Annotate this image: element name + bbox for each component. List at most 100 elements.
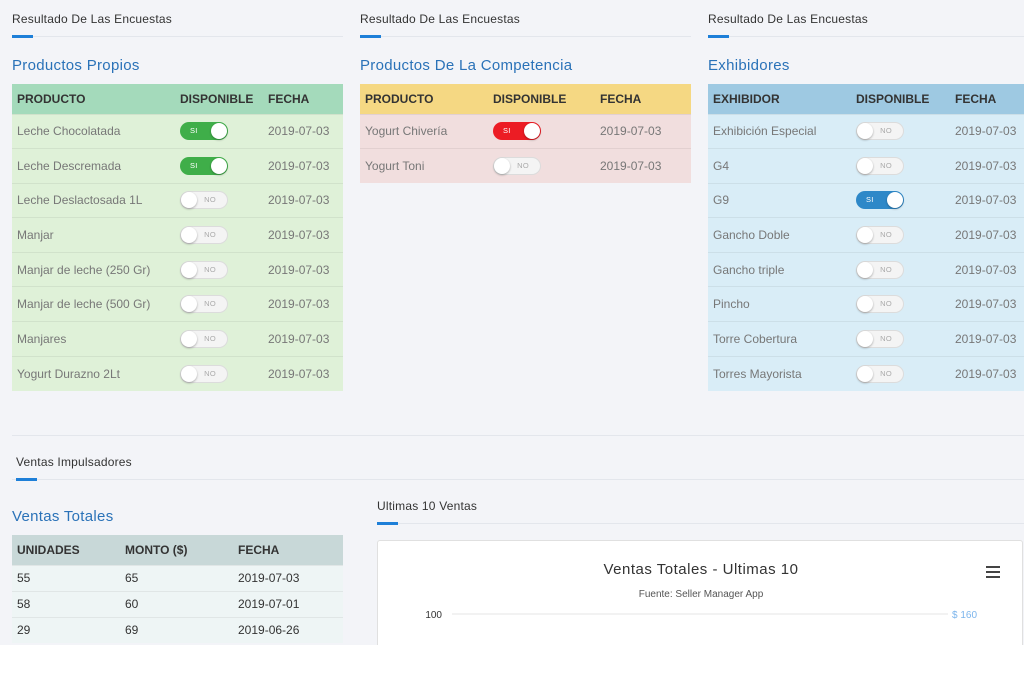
availability-cell: NO	[175, 182, 263, 218]
toggle-label: NO	[880, 160, 892, 170]
item-name: G9	[708, 182, 851, 218]
availability-toggle[interactable]: NO	[180, 191, 228, 210]
item-name: Manjar de leche (500 Gr)	[12, 286, 175, 322]
availability-cell: NO	[851, 217, 950, 253]
table-row: Manjares NO 2019-07-03	[12, 321, 343, 357]
item-date: 2019-07-03	[950, 182, 1024, 218]
availability-toggle[interactable]: NO	[180, 364, 228, 383]
item-name: Gancho triple	[708, 251, 851, 287]
item-date: 2019-07-03	[263, 113, 343, 149]
toggle-label: NO	[880, 299, 892, 309]
availability-toggle[interactable]: NO	[493, 157, 541, 176]
toggle-label: NO	[204, 299, 216, 309]
toggle-knob	[524, 123, 540, 140]
item-date: 2019-07-03	[950, 251, 1024, 287]
availability-toggle[interactable]: NO	[180, 329, 228, 348]
section-underline	[12, 35, 33, 38]
item-date: 2019-07-03	[950, 148, 1024, 184]
table-row: G9 SI 2019-07-03	[708, 182, 1024, 218]
item-name: Manjares	[12, 321, 175, 357]
availability-toggle[interactable]: SI	[856, 191, 904, 210]
col-header-date: FECHA	[263, 84, 343, 114]
availability-toggle[interactable]: SI	[180, 122, 228, 141]
section-header: Resultado De Las Encuestas	[708, 0, 1024, 38]
table-row: Yogurt Durazno 2Lt NO 2019-07-03	[12, 355, 343, 391]
table-row: Manjar NO 2019-07-03	[12, 217, 343, 253]
units-cell: 55	[12, 564, 120, 591]
availability-toggle[interactable]: NO	[180, 260, 228, 279]
section-underline	[360, 35, 381, 38]
dashboard-page: Resultado De Las Encuestas Productos Pro…	[0, 0, 1024, 645]
table-row: Manjar de leche (250 Gr) NO 2019-07-03	[12, 251, 343, 287]
item-date: 2019-07-03	[595, 148, 691, 184]
panel-title: Productos De La Competencia	[360, 57, 573, 74]
availability-cell: NO	[851, 251, 950, 287]
availability-cell: NO	[851, 286, 950, 322]
item-name: Leche Descremada	[12, 148, 175, 184]
table-row: 55 65 2019-07-03	[12, 564, 343, 591]
availability-toggle[interactable]: NO	[856, 122, 904, 141]
availability-toggle[interactable]: NO	[856, 329, 904, 348]
availability-cell: NO	[851, 113, 950, 149]
item-date: 2019-07-03	[263, 148, 343, 184]
toggle-knob	[494, 158, 510, 175]
availability-cell: SI	[488, 113, 595, 149]
table-row: 29 69 2019-06-26	[12, 616, 343, 643]
col-header-date: FECHA	[595, 84, 691, 114]
toggle-knob	[181, 296, 197, 313]
table-row: Yogurt Toni NO 2019-07-03	[360, 148, 691, 184]
toggle-label: NO	[204, 264, 216, 274]
table-row: Gancho triple NO 2019-07-03	[708, 251, 1024, 287]
toggle-knob	[181, 261, 197, 278]
item-name: Manjar	[12, 217, 175, 253]
section-underline	[16, 478, 37, 481]
y-left-tick: 100	[425, 610, 442, 621]
sales-table: UNIDADES MONTO ($) FECHA 55 65 2019-07-03 5…	[12, 535, 343, 643]
item-date: 2019-07-03	[950, 113, 1024, 149]
toggle-label: NO	[880, 230, 892, 240]
amount-cell: 69	[120, 616, 233, 643]
col-header-product: PRODUCTO	[12, 84, 175, 114]
availability-cell: SI	[851, 182, 950, 218]
availability-toggle[interactable]: NO	[180, 226, 228, 245]
sales-totals-panel: Ventas Totales UNIDADES MONTO ($) FECHA …	[12, 488, 343, 643]
table-row: Leche Deslactosada 1L NO 2019-07-03	[12, 182, 343, 218]
col-header-product: PRODUCTO	[360, 84, 488, 114]
section-header: Ultimas 10 Ventas	[377, 487, 1024, 525]
item-name: G4	[708, 148, 851, 184]
section-divider	[12, 435, 1024, 436]
toggle-knob	[857, 296, 873, 313]
availability-toggle[interactable]: NO	[856, 226, 904, 245]
toggle-knob	[181, 192, 197, 209]
toggle-knob	[181, 330, 197, 347]
availability-cell: NO	[175, 251, 263, 287]
item-name: Manjar de leche (250 Gr)	[12, 251, 175, 287]
availability-toggle[interactable]: NO	[856, 156, 904, 175]
toggle-knob	[887, 192, 903, 209]
col-header-units: UNIDADES	[12, 535, 120, 565]
col-header-amount: MONTO ($)	[120, 535, 233, 565]
sales-section: Ventas Impulsadores	[12, 443, 1024, 481]
availability-toggle[interactable]: NO	[856, 364, 904, 383]
item-name: Torres Mayorista	[708, 355, 851, 391]
section-title: Ultimas 10 Ventas	[377, 499, 478, 513]
table-row: G4 NO 2019-07-03	[708, 148, 1024, 184]
table-row: Torres Mayorista NO 2019-07-03	[708, 355, 1024, 391]
toggle-label: NO	[880, 368, 892, 378]
chart-plot: 100 $ 160	[425, 610, 977, 621]
availability-cell: SI	[175, 148, 263, 184]
item-name: Torre Cobertura	[708, 321, 851, 357]
section-header: Ventas Impulsadores	[12, 443, 1024, 481]
availability-toggle[interactable]: NO	[856, 260, 904, 279]
toggle-label: SI	[866, 195, 874, 205]
toggle-label: NO	[204, 230, 216, 240]
availability-toggle[interactable]: SI	[180, 156, 228, 175]
table-row: Gancho Doble NO 2019-07-03	[708, 217, 1024, 253]
item-date: 2019-07-03	[950, 286, 1024, 322]
availability-toggle[interactable]: SI	[493, 122, 541, 141]
units-cell: 58	[12, 590, 120, 617]
availability-cell: SI	[175, 113, 263, 149]
availability-toggle[interactable]: NO	[856, 295, 904, 314]
availability-toggle[interactable]: NO	[180, 295, 228, 314]
panel-title: Exhibidores	[708, 57, 790, 74]
